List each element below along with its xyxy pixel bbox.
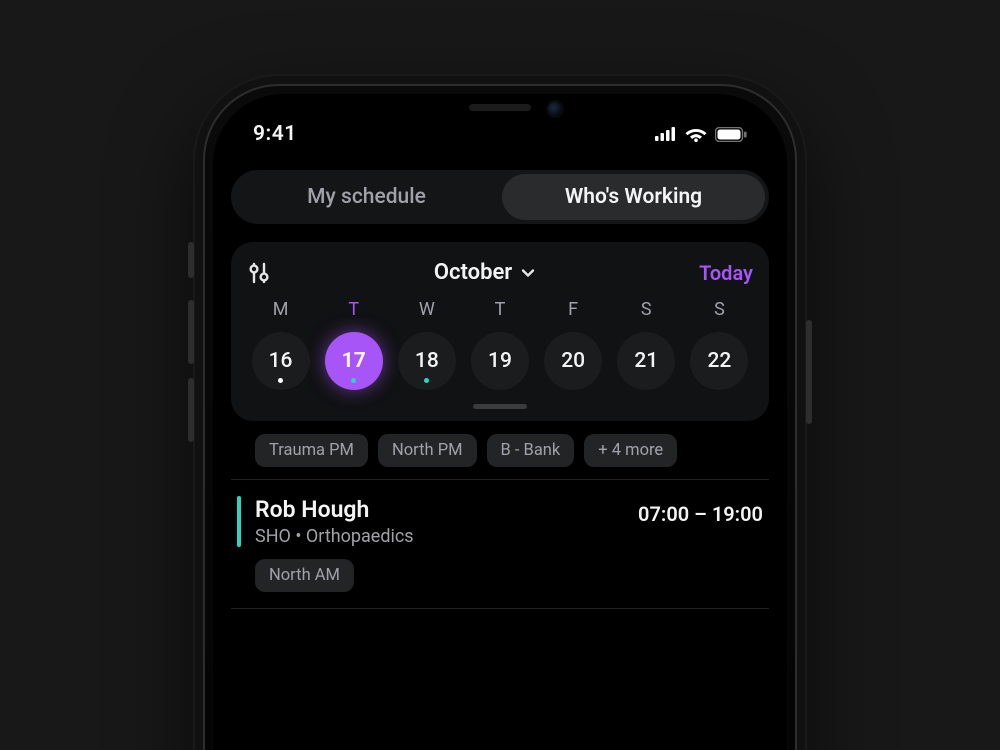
day-number: 17 <box>342 349 366 373</box>
battery-icon <box>715 127 747 142</box>
drag-handle[interactable] <box>473 404 527 409</box>
phone-frame: 9:41 <box>193 74 807 750</box>
screen: 9:41 <box>213 94 787 750</box>
list-item-header: Rob Hough SHO • Orthopaedics 07:00 – 19:… <box>237 496 763 547</box>
day-19[interactable]: 19 <box>471 332 529 390</box>
chip[interactable]: Trauma PM <box>255 434 368 467</box>
dow-sun: S <box>686 299 753 332</box>
week-grid: M T W T F S S 16 17 <box>247 299 753 390</box>
event-dot-icon <box>424 378 429 383</box>
list-item[interactable] <box>231 608 769 648</box>
wifi-icon <box>685 126 707 142</box>
month-label: October <box>434 260 512 285</box>
day-17[interactable]: 17 <box>325 332 383 390</box>
week-panel: October Today M T W T F S <box>231 242 769 421</box>
day-21[interactable]: 21 <box>617 332 675 390</box>
chip-row: North AM <box>255 559 763 592</box>
list-item[interactable]: Rob Hough SHO • Orthopaedics 07:00 – 19:… <box>231 479 769 608</box>
filter-button[interactable] <box>247 261 271 285</box>
phone-volume-down <box>188 378 194 442</box>
phone-front-camera <box>548 102 562 116</box>
phone-notch <box>400 94 600 132</box>
shift-color-bar <box>237 496 241 547</box>
shift-time: 07:00 – 19:00 <box>638 496 763 526</box>
status-indicators <box>655 126 747 142</box>
chip[interactable]: North PM <box>378 434 477 467</box>
month-picker[interactable]: October <box>434 260 536 285</box>
phone-power-button <box>806 320 812 424</box>
list-item[interactable]: Trauma PM North PM B - Bank + 4 more <box>231 424 769 479</box>
dow-sat: S <box>613 299 680 332</box>
dow-tue: T <box>320 299 387 332</box>
schedule-list: Trauma PM North PM B - Bank + 4 more <box>231 424 769 648</box>
phone-mute-switch <box>188 242 194 278</box>
chip[interactable]: North AM <box>255 559 354 592</box>
chip-row: Trauma PM North PM B - Bank + 4 more <box>255 434 763 467</box>
event-dot-icon <box>278 378 283 383</box>
day-number: 20 <box>561 349 585 373</box>
chip-more[interactable]: + 4 more <box>584 434 677 467</box>
chevron-down-icon <box>520 265 536 281</box>
chip[interactable]: B - Bank <box>487 434 575 467</box>
phone-volume-up <box>188 300 194 364</box>
day-number: 21 <box>634 349 658 373</box>
day-20[interactable]: 20 <box>544 332 602 390</box>
content: My schedule Who's Working <box>213 170 787 750</box>
person-role: SHO • Orthopaedics <box>255 526 414 547</box>
stage: 9:41 <box>0 0 1000 750</box>
tab-switcher: My schedule Who's Working <box>231 170 769 224</box>
day-22[interactable]: 22 <box>690 332 748 390</box>
dow-wed: W <box>393 299 460 332</box>
phone-speaker <box>469 104 531 111</box>
tab-my-schedule[interactable]: My schedule <box>235 174 498 220</box>
list-item-left: Rob Hough SHO • Orthopaedics <box>237 496 414 547</box>
day-number: 18 <box>415 349 439 373</box>
list-item-text: Rob Hough SHO • Orthopaedics <box>255 496 414 547</box>
dow-fri: F <box>540 299 607 332</box>
event-dot-icon <box>351 378 356 383</box>
status-time: 9:41 <box>253 122 297 146</box>
cellular-icon <box>655 127 677 141</box>
week-header: October Today <box>247 260 753 285</box>
dow-mon: M <box>247 299 314 332</box>
day-16[interactable]: 16 <box>252 332 310 390</box>
person-name: Rob Hough <box>255 496 414 524</box>
today-button[interactable]: Today <box>699 261 753 285</box>
sliders-icon <box>248 262 270 284</box>
day-number: 22 <box>707 349 731 373</box>
day-18[interactable]: 18 <box>398 332 456 390</box>
day-number: 19 <box>488 349 512 373</box>
dow-thu: T <box>466 299 533 332</box>
tab-whos-working[interactable]: Who's Working <box>502 174 765 220</box>
day-number: 16 <box>269 349 293 373</box>
